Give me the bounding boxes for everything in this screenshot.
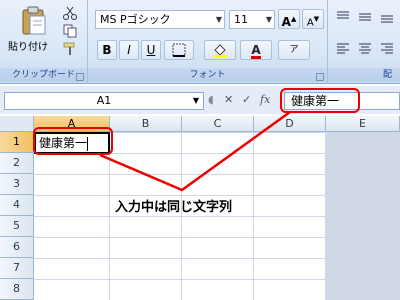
chevron-down-icon: ▼ — [265, 15, 272, 24]
format-painter-icon[interactable] — [62, 42, 78, 56]
row-header-6[interactable]: 6 — [0, 237, 34, 258]
font-size-select[interactable]: 11 ▼ — [229, 10, 275, 29]
cut-icon[interactable] — [62, 6, 78, 20]
fill-color-button[interactable] — [204, 40, 236, 60]
column-header-c[interactable]: C — [182, 116, 254, 132]
cancel-icon[interactable]: ✕ — [224, 93, 233, 106]
grip-icon: ◖ — [208, 93, 214, 106]
paste-icon[interactable] — [20, 6, 48, 36]
font-size-value: 11 — [234, 13, 248, 26]
name-box[interactable]: A1 ▼ — [4, 92, 204, 110]
grow-font-button[interactable]: A▲ — [278, 9, 300, 29]
row-header-2[interactable]: 2 — [0, 153, 34, 174]
column-header-b[interactable]: B — [110, 116, 182, 132]
annotation-highlight-cell — [33, 127, 113, 155]
select-all-corner[interactable] — [0, 116, 34, 132]
align-middle-icon[interactable] — [357, 10, 373, 24]
borders-button[interactable] — [164, 40, 194, 60]
clipboard-dialog-launcher-icon[interactable] — [76, 73, 84, 81]
font-name-select[interactable]: MS Pゴシック ▼ — [95, 10, 225, 29]
clipboard-group-label: クリップボード — [0, 68, 87, 82]
row-header-4[interactable]: 4 — [0, 195, 34, 216]
align-right-icon[interactable] — [379, 42, 395, 56]
formula-buttons: ◖ ✕ ✓ fx — [208, 92, 282, 110]
underline-button[interactable]: U — [141, 40, 161, 60]
fill-bucket-icon — [213, 44, 227, 58]
name-box-value: A1 — [96, 94, 112, 107]
paste-button-label[interactable]: 貼り付け — [8, 38, 48, 53]
align-left-icon[interactable] — [335, 42, 351, 56]
row-header-3[interactable]: 3 — [0, 174, 34, 195]
chevron-down-icon: ▼ — [215, 15, 222, 24]
insert-function-icon[interactable]: fx — [260, 93, 270, 106]
font-group-label: フォント — [88, 68, 327, 82]
shrink-font-button[interactable]: A▼ — [302, 9, 324, 29]
font-dialog-launcher-icon[interactable] — [316, 73, 324, 81]
alignment-group: 配 — [328, 0, 400, 84]
row-header-8[interactable]: 8 — [0, 279, 34, 300]
align-top-icon[interactable] — [335, 10, 351, 24]
row-header-7[interactable]: 7 — [0, 258, 34, 279]
chevron-down-icon[interactable]: ▼ — [193, 93, 199, 109]
phonetic-guide-label: ア — [289, 45, 299, 55]
grow-font-label: A — [281, 15, 291, 29]
copy-icon[interactable] — [62, 24, 78, 38]
row-header-5[interactable]: 5 — [0, 216, 34, 237]
italic-button[interactable]: I — [119, 40, 139, 60]
row-header-1[interactable]: 1 — [0, 132, 34, 153]
annotation-highlight-formula — [280, 88, 360, 113]
align-bottom-icon[interactable] — [379, 10, 395, 24]
enter-icon[interactable]: ✓ — [242, 93, 251, 106]
shrink-font-label: A — [306, 17, 314, 29]
alignment-group-label: 配 — [328, 68, 400, 82]
phonetic-guide-button[interactable]: ア — [278, 40, 310, 60]
font-color-button[interactable]: A — [240, 40, 272, 60]
clipboard-group: 貼り付け クリップボード — [0, 0, 88, 84]
align-center-icon[interactable] — [357, 42, 373, 56]
bold-button[interactable]: B — [97, 40, 117, 60]
column-header-e[interactable]: E — [326, 116, 400, 132]
font-name-value: MS Pゴシック — [100, 13, 171, 26]
borders-icon — [172, 43, 186, 57]
font-color-icon: A — [251, 43, 261, 59]
column-header-d[interactable]: D — [254, 116, 326, 132]
annotation-text: 入力中は同じ文字列 — [115, 200, 233, 215]
ribbon: 貼り付け クリップボード MS Pゴシック ▼ 11 ▼ A▲ A▼ B I U… — [0, 0, 400, 84]
cell-grid[interactable] — [34, 132, 400, 300]
font-group: MS Pゴシック ▼ 11 ▼ A▲ A▼ B I U A ア フォント — [88, 0, 328, 84]
